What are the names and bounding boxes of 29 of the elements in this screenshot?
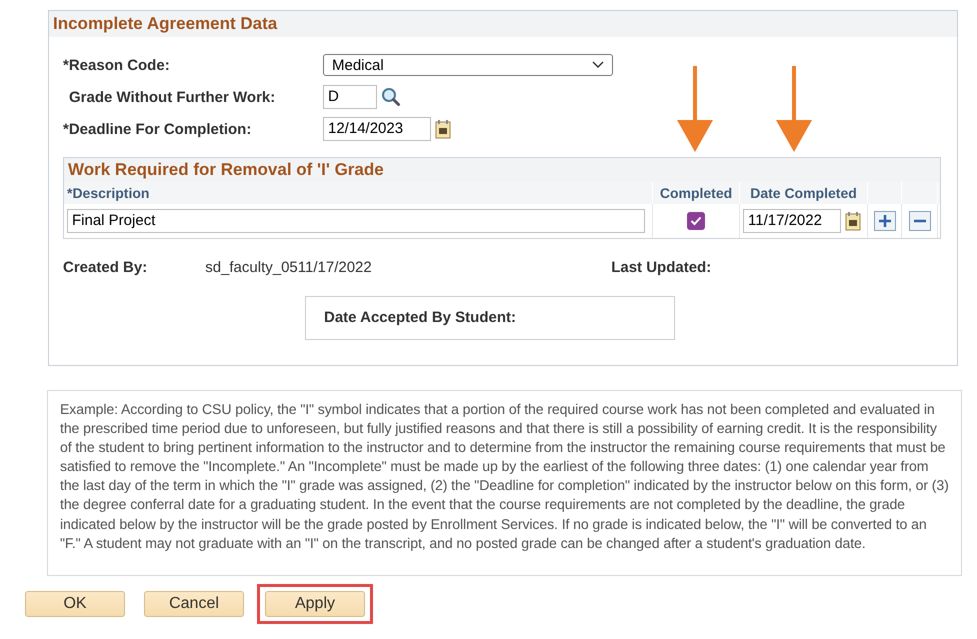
action-button[interactable]: Cancel bbox=[144, 591, 244, 617]
field-label: *Deadline For Completion: bbox=[63, 120, 252, 138]
section-title: Incomplete Agreement Data bbox=[49, 11, 957, 37]
chevron-down-icon bbox=[592, 61, 604, 69]
column-header: *Description bbox=[64, 182, 653, 204]
action-button[interactable]: Apply bbox=[265, 591, 365, 617]
delete-row-icon[interactable] bbox=[908, 211, 930, 231]
reason-code-dropdown[interactable]: Medical bbox=[323, 54, 613, 76]
completed-checkbox[interactable] bbox=[687, 212, 705, 230]
checkmark-icon bbox=[690, 216, 702, 226]
add-row-icon[interactable] bbox=[874, 211, 896, 231]
calendar-icon[interactable] bbox=[845, 211, 861, 231]
field-label: Grade Without Further Work: bbox=[68, 88, 276, 106]
created-by-value: sd_faculty_0511/17/2022 bbox=[205, 259, 373, 276]
table-title: Work Required for Removal of 'I' Grade bbox=[64, 158, 940, 182]
last-updated-label: Last Updated: bbox=[611, 259, 712, 276]
date-field[interactable]: 11/17/2022 bbox=[743, 209, 841, 233]
date-field[interactable]: 12/14/2023 bbox=[323, 117, 431, 141]
column-header: Completed bbox=[653, 182, 740, 204]
description-field[interactable]: Final Project bbox=[67, 209, 645, 233]
calendar-icon[interactable] bbox=[435, 119, 451, 139]
grade-field[interactable]: D bbox=[323, 85, 377, 109]
column-header: Date Completed bbox=[740, 182, 868, 204]
policy-text: Example: According to CSU policy, the "I" symbol indicates that a portion of the required course work has not been completed and evaluated in the prescribed time period due to unforeseen, but fully justified reasons and that there is still a possibility of earning credit. It is the responsibility of the student to bring pertinent information to the instructor and to determine from the instructor the remaining course requirements that must be satisfied to remove the "Incomplete." An "Incomplete" must be made up by the earliest of the following three dates: (1) one calendar year from the last day of the term in which the "I" grade was assigned, (2) the "Deadline for completion" indicated by the instructor below on this form, or (3) the degree conferral date for a graduating student. In the event that the course requirements are not completed by the deadline, the grade indicated below by the instructor will be the grade posted by Enrollment Services. If no grade is indicated below, the "I" will be converted to an "F." A student may not graduate with an "I" on the transcript, and no posted grade can be changed after a student's graduation date. bbox=[60, 400, 949, 553]
created-by-label: Created By: bbox=[63, 259, 148, 276]
date-accepted-label: Date Accepted By Student: bbox=[324, 309, 516, 326]
field-label: *Reason Code: bbox=[63, 56, 171, 74]
action-button[interactable]: OK bbox=[25, 591, 125, 617]
search-icon[interactable] bbox=[381, 87, 401, 107]
